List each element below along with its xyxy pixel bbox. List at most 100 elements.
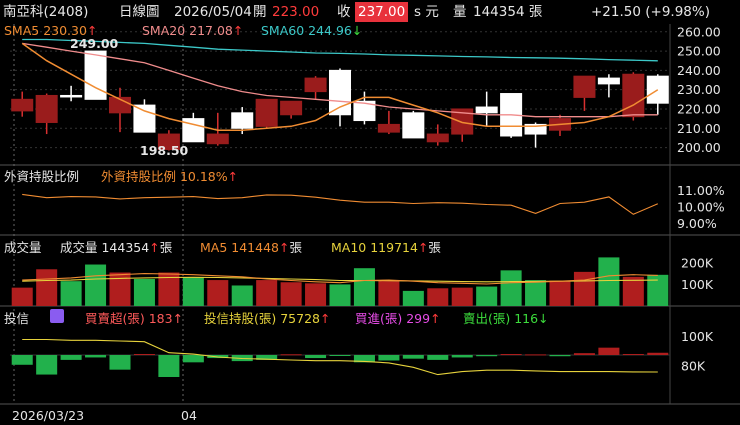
arrow-up-icon: ↑ [278, 240, 290, 255]
volume-tick-label: 100K [681, 277, 714, 292]
volume-bar [231, 285, 253, 306]
arrow-up-icon: ↑ [417, 240, 429, 255]
trust-net-bar [280, 354, 302, 356]
trust-net-bar [647, 352, 669, 355]
holding-legend: 投信持股(張) 75728↑ [204, 311, 331, 326]
volume-bar [109, 272, 131, 306]
volume-bar [525, 280, 547, 306]
candle-body [60, 94, 83, 98]
trust-net-bar [182, 355, 204, 363]
candle-body [622, 73, 645, 118]
arrow-up-icon: ↑ [232, 23, 244, 38]
volume-bar [85, 264, 107, 306]
foreign-tick-label: 9.00% [677, 216, 717, 231]
volume-bar [11, 287, 33, 306]
trust-net-bar [85, 355, 107, 358]
ma10-volume-legend: MA10 119714↑張 [331, 240, 441, 255]
candle-body [84, 50, 107, 100]
volume-bar [402, 290, 424, 306]
volume-bar [378, 280, 400, 306]
volume-panel-title: 成交量 [4, 240, 42, 255]
sma60-legend: SMA60 244.96↓ [261, 23, 363, 38]
trust-net-bar [500, 354, 522, 356]
candle-body [255, 98, 278, 127]
volume-legend: 成交量 144354↑張 [60, 240, 173, 255]
candle-body [35, 94, 58, 123]
trust-net-bar [402, 355, 424, 359]
trust-net-bar [476, 355, 498, 357]
trust-tick-label: 80K [681, 358, 706, 373]
volume-bar [207, 280, 229, 306]
price-tick-label: 220.00 [677, 101, 721, 116]
price-tick-label: 200.00 [677, 140, 721, 155]
candle-body [231, 112, 254, 129]
volume-bar [182, 277, 204, 306]
foreign-legend: 外資持股比例 10.18%↑ [101, 169, 239, 184]
foreign-panel-title: 外資持股比例 [4, 169, 80, 184]
trust-net-bar [622, 354, 644, 356]
volume-bar [573, 271, 595, 306]
buy-legend: 買進(張) 299↑ [355, 311, 441, 326]
arrow-up-icon: ↑ [172, 311, 184, 326]
arrow-down-icon: ↓ [538, 311, 549, 326]
arrow-up-icon: ↑ [320, 311, 331, 326]
candle-body [133, 104, 156, 133]
volume-bar [476, 286, 498, 306]
candle-body [597, 77, 620, 85]
low-annotation: 198.50 [140, 143, 189, 158]
volume-bar [549, 280, 571, 306]
candle-body [280, 100, 303, 116]
trust-net-bar [525, 354, 547, 356]
volume-bar [427, 288, 449, 306]
trust-net-bar [598, 347, 620, 355]
volume-bar [36, 269, 58, 306]
trust-net-bar [60, 355, 82, 360]
trust-net-bar [11, 355, 33, 365]
volume-bar [500, 270, 522, 306]
trust-net-bar [573, 353, 595, 355]
volume-bar [451, 287, 473, 306]
foreign-holding-line [22, 193, 659, 215]
volume-bar [280, 282, 302, 306]
buy-sell-legend: 買賣超(張) 183↑ [85, 311, 184, 326]
volume-bar [622, 276, 644, 306]
volume-bar [133, 279, 155, 306]
trust-net-bar [109, 355, 131, 370]
candle-body [426, 133, 449, 143]
trust-panel-title: 投信 [4, 311, 30, 326]
candle-body [11, 98, 34, 112]
candle-body [328, 69, 352, 116]
candle-body [475, 106, 498, 114]
trust-net-bar [427, 355, 449, 360]
trust-net-bar [451, 355, 473, 358]
x-axis-label-start: 2026/03/23 [12, 408, 85, 423]
trust-net-bar [378, 355, 400, 361]
candle-body [402, 112, 425, 139]
candle-body [304, 77, 327, 93]
menu-icon[interactable] [50, 309, 64, 325]
arrow-down-icon: ↓ [351, 23, 363, 38]
arrow-up-icon: ↑ [430, 311, 441, 326]
volume-tick-label: 200K [681, 255, 714, 270]
sell-legend: 賣出(張) 116↓ [463, 311, 549, 326]
ma5-volume-legend: MA5 141448↑張 [200, 240, 302, 255]
arrow-up-icon: ↑ [227, 169, 239, 184]
volume-bar [305, 283, 327, 306]
stock-chart[interactable]: 200.00 210.00 220.00 230.00 240.00 250.00 260.… [0, 0, 740, 425]
trust-net-bar [549, 355, 571, 357]
volume-bar [60, 281, 82, 306]
price-tick-label: 210.00 [677, 121, 721, 136]
trust-net-bar [133, 354, 155, 356]
price-tick-label: 260.00 [677, 24, 721, 39]
high-annotation: 249.00 [70, 36, 119, 51]
volume-bar [647, 274, 669, 306]
volume-bar [353, 268, 375, 306]
sma20-legend: SMA20 217.08↑ [142, 23, 244, 38]
foreign-tick-label: 10.00% [677, 199, 725, 214]
volume-bar [256, 280, 278, 306]
price-tick-label: 240.00 [677, 63, 721, 78]
candle-body [573, 75, 596, 98]
trust-net-bar [158, 355, 180, 377]
arrow-up-icon: ↑ [149, 240, 160, 255]
foreign-tick-label: 11.00% [677, 183, 725, 198]
